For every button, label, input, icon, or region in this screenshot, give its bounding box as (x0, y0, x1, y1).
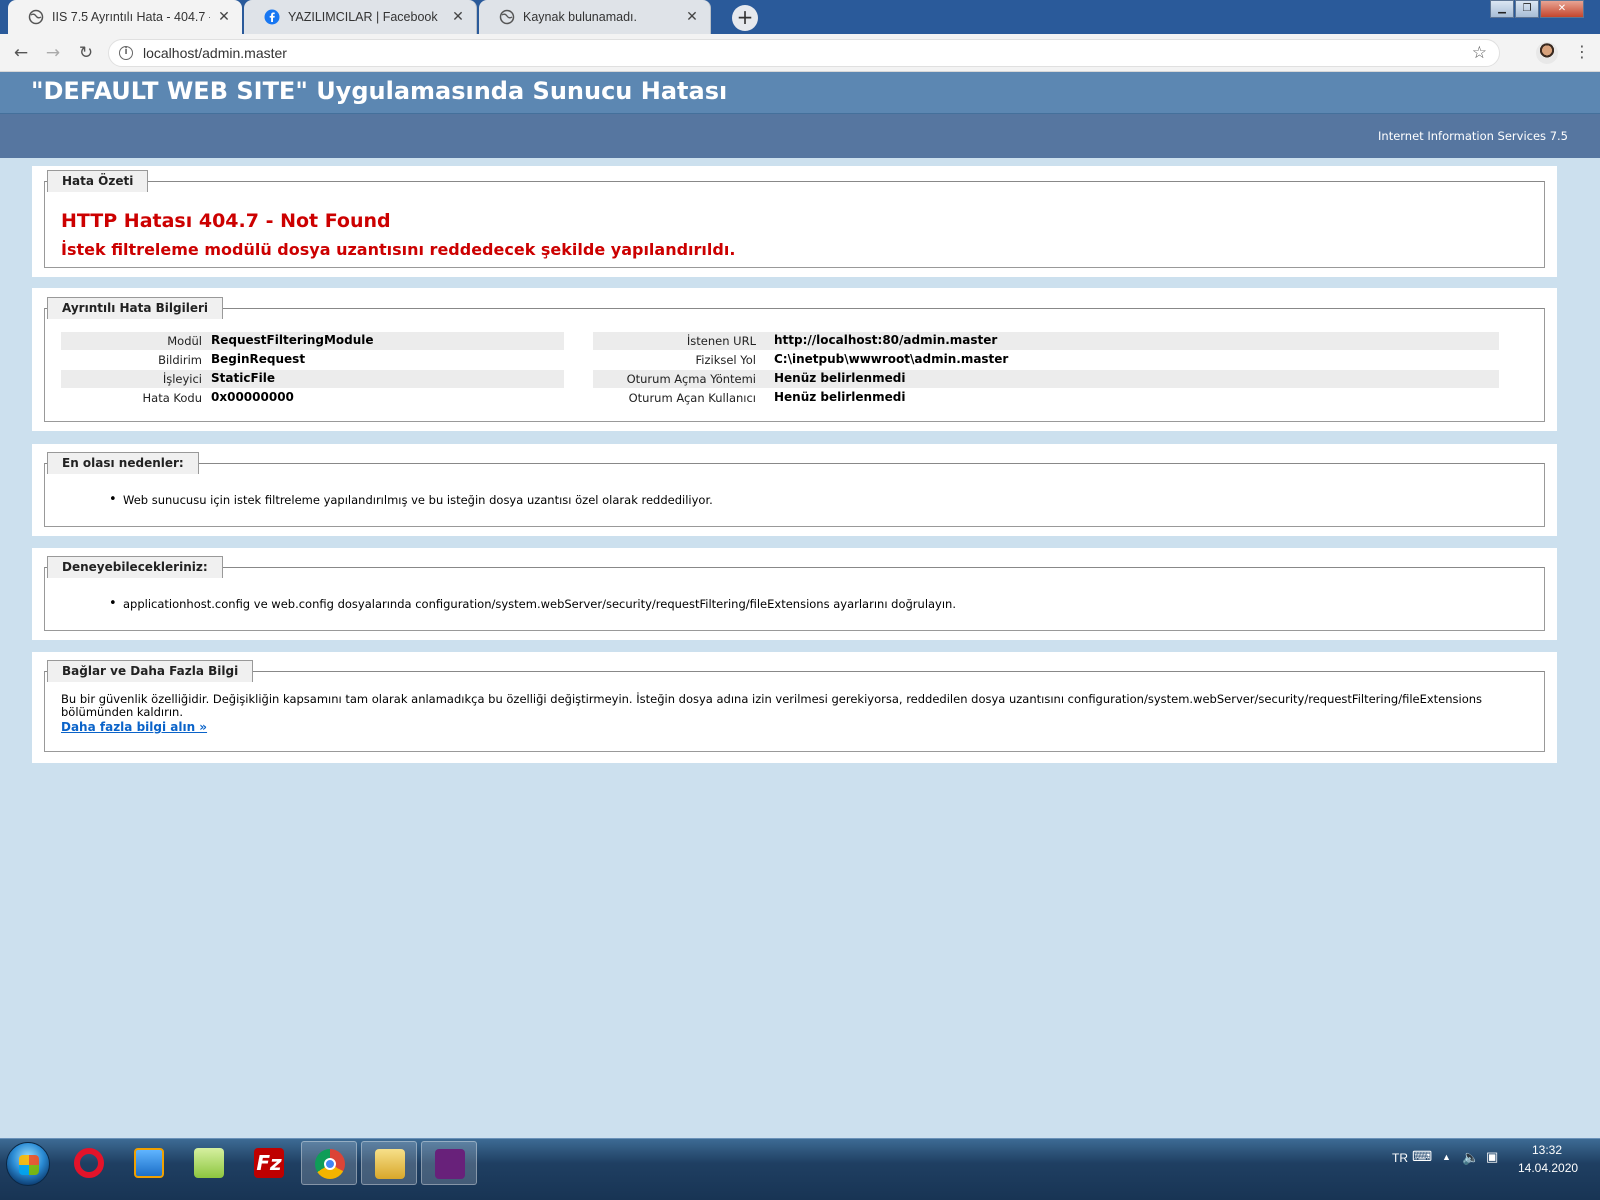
details-legend: Ayrıntılı Hata Bilgileri (47, 297, 224, 319)
visual-studio-icon[interactable] (421, 1141, 477, 1185)
server-name: Internet Information Services 7.5 (1378, 129, 1568, 143)
causes-box: En olası nedenler: Web sunucusu için ist… (32, 444, 1557, 536)
detail-value: StaticFile (211, 371, 276, 385)
detail-label: İşleyici (162, 372, 202, 386)
causes-legend: En olası nedenler: (47, 452, 199, 474)
detail-row: Bildirim BeginRequest (61, 351, 564, 369)
close-tab-icon[interactable]: ✕ (216, 9, 232, 25)
tab-iis-error[interactable]: IIS 7.5 Ayrıntılı Hata - 404.7 - Not ✕ (8, 0, 242, 34)
detail-value: Henüz belirlenmedi (774, 371, 906, 385)
reload-icon[interactable]: ↻ (75, 43, 97, 65)
volume-icon[interactable]: 🔈 (1462, 1149, 1479, 1166)
tries-fieldset: Deneyebilecekleriniz: applicationhost.co… (44, 556, 1545, 631)
error-title: HTTP Hatası 404.7 - Not Found (61, 210, 391, 232)
detail-value: BeginRequest (211, 352, 306, 366)
detail-row: Modül RequestFilteringModule (61, 332, 564, 350)
address-bar[interactable]: i localhost/admin.master ☆ (108, 39, 1500, 67)
tab-strip: IIS 7.5 Ayrıntılı Hata - 404.7 - Not ✕ Y… (0, 0, 1600, 34)
forward-arrow-icon[interactable]: → (42, 43, 64, 65)
detail-label: Hata Kodu (142, 391, 203, 405)
page-header: "DEFAULT WEB SITE" Uygulamasında Sunucu … (0, 72, 1600, 114)
security-note: Bu bir güvenlik özelliğidir. Değişikliği… (61, 692, 1483, 719)
detail-label: Bildirim (158, 353, 202, 367)
clock-date[interactable]: 14.04.2020 (1518, 1161, 1578, 1175)
address-url: localhost/admin.master (143, 45, 287, 61)
tries-box: Deneyebilecekleriniz: applicationhost.co… (32, 548, 1557, 640)
list-item: applicationhost.config ve web.config dos… (109, 596, 956, 611)
new-tab-button[interactable]: + (732, 5, 758, 31)
taskbar: Fz TR ⌨ ▲ 🔈 ▣ 13:32 14.04.2020 (0, 1138, 1600, 1200)
browser-toolbar: ← → ↻ i localhost/admin.master ☆ ⋮ (0, 34, 1600, 72)
close-window-button[interactable]: ✕ (1540, 0, 1584, 18)
menu-kebab-icon[interactable]: ⋮ (1574, 42, 1590, 61)
detail-row: Fiziksel Yol C:\inetpub\wwwroot\admin.ma… (593, 351, 1499, 369)
links-fieldset: Bağlar ve Daha Fazla Bilgi Bu bir güvenl… (44, 660, 1545, 752)
detail-label: Oturum Açan Kullanıcı (628, 391, 756, 405)
error-summary-box: Hata Özeti HTTP Hatası 404.7 - Not Found… (32, 166, 1557, 277)
close-tab-icon[interactable]: ✕ (684, 9, 700, 25)
tab-title: IIS 7.5 Ayrıntılı Hata - 404.7 - Not (52, 10, 210, 24)
detail-label: Modül (167, 334, 202, 348)
tray-arrow-icon[interactable]: ▲ (1442, 1152, 1451, 1162)
detail-value: Henüz belirlenmedi (774, 390, 906, 404)
language-indicator[interactable]: TR (1392, 1151, 1408, 1165)
media-player-icon[interactable] (121, 1141, 177, 1185)
notepad-plus-icon[interactable] (181, 1141, 237, 1185)
keyboard-icon[interactable]: ⌨ (1412, 1148, 1432, 1165)
more-info-link[interactable]: Daha fazla bilgi alın » (61, 720, 207, 734)
tab-facebook[interactable]: YAZILIMCILAR | Facebook ✕ (244, 0, 477, 34)
explorer-icon[interactable] (361, 1141, 417, 1185)
error-message: İstek filtreleme modülü dosya uzantısını… (61, 240, 736, 259)
links-box: Bağlar ve Daha Fazla Bilgi Bu bir güvenl… (32, 652, 1557, 763)
profile-avatar[interactable] (1536, 42, 1558, 64)
error-summary-fieldset: Hata Özeti HTTP Hatası 404.7 - Not Found… (44, 170, 1545, 268)
minimize-button[interactable]: ▁ (1490, 0, 1514, 18)
error-summary-legend: Hata Özeti (47, 170, 149, 192)
details-box: Ayrıntılı Hata Bilgileri Modül RequestFi… (32, 288, 1557, 431)
page-title: "DEFAULT WEB SITE" Uygulamasında Sunucu … (31, 77, 728, 105)
globe-icon (499, 9, 515, 25)
start-button[interactable] (6, 1142, 50, 1186)
detail-label: İstenen URL (686, 334, 756, 348)
detail-row: Oturum Açma Yöntemi Henüz belirlenmedi (593, 370, 1499, 388)
chrome-icon[interactable] (301, 1141, 357, 1185)
filezilla-icon[interactable]: Fz (241, 1141, 297, 1185)
globe-icon (28, 9, 44, 25)
list-item: Web sunucusu için istek filtreleme yapıl… (109, 492, 713, 507)
close-tab-icon[interactable]: ✕ (450, 9, 466, 25)
detail-value: C:\inetpub\wwwroot\admin.master (774, 352, 1009, 366)
causes-fieldset: En olası nedenler: Web sunucusu için ist… (44, 452, 1545, 527)
network-icon[interactable]: ▣ (1486, 1149, 1498, 1165)
links-legend: Bağlar ve Daha Fazla Bilgi (47, 660, 254, 682)
page-subheader: Internet Information Services 7.5 (0, 114, 1600, 158)
clock-time[interactable]: 13:32 (1532, 1143, 1562, 1157)
detail-label: Fiziksel Yol (695, 353, 756, 367)
detail-value: http://localhost:80/admin.master (774, 333, 998, 347)
tab-resource-not-found[interactable]: Kaynak bulunamadı. ✕ (479, 0, 711, 34)
details-fieldset: Ayrıntılı Hata Bilgileri Modül RequestFi… (44, 297, 1545, 422)
maximize-button[interactable]: ❐ (1515, 0, 1539, 18)
tab-title: YAZILIMCILAR | Facebook (288, 10, 438, 24)
detail-value: RequestFilteringModule (211, 333, 374, 347)
opera-icon[interactable] (61, 1141, 117, 1185)
tab-title: Kaynak bulunamadı. (523, 10, 637, 24)
detail-row: Hata Kodu 0x00000000 (61, 389, 564, 407)
back-arrow-icon[interactable]: ← (10, 43, 32, 65)
info-icon[interactable]: i (119, 46, 133, 60)
facebook-icon (264, 9, 280, 25)
detail-row: Oturum Açan Kullanıcı Henüz belirlenmedi (593, 389, 1499, 407)
detail-value: 0x00000000 (211, 390, 294, 404)
bookmark-star-icon[interactable]: ☆ (1472, 43, 1487, 63)
detail-row: İşleyici StaticFile (61, 370, 564, 388)
tries-legend: Deneyebilecekleriniz: (47, 556, 223, 578)
detail-label: Oturum Açma Yöntemi (626, 372, 756, 386)
detail-row: İstenen URL http://localhost:80/admin.ma… (593, 332, 1499, 350)
page-content: "DEFAULT WEB SITE" Uygulamasında Sunucu … (0, 72, 1600, 1138)
